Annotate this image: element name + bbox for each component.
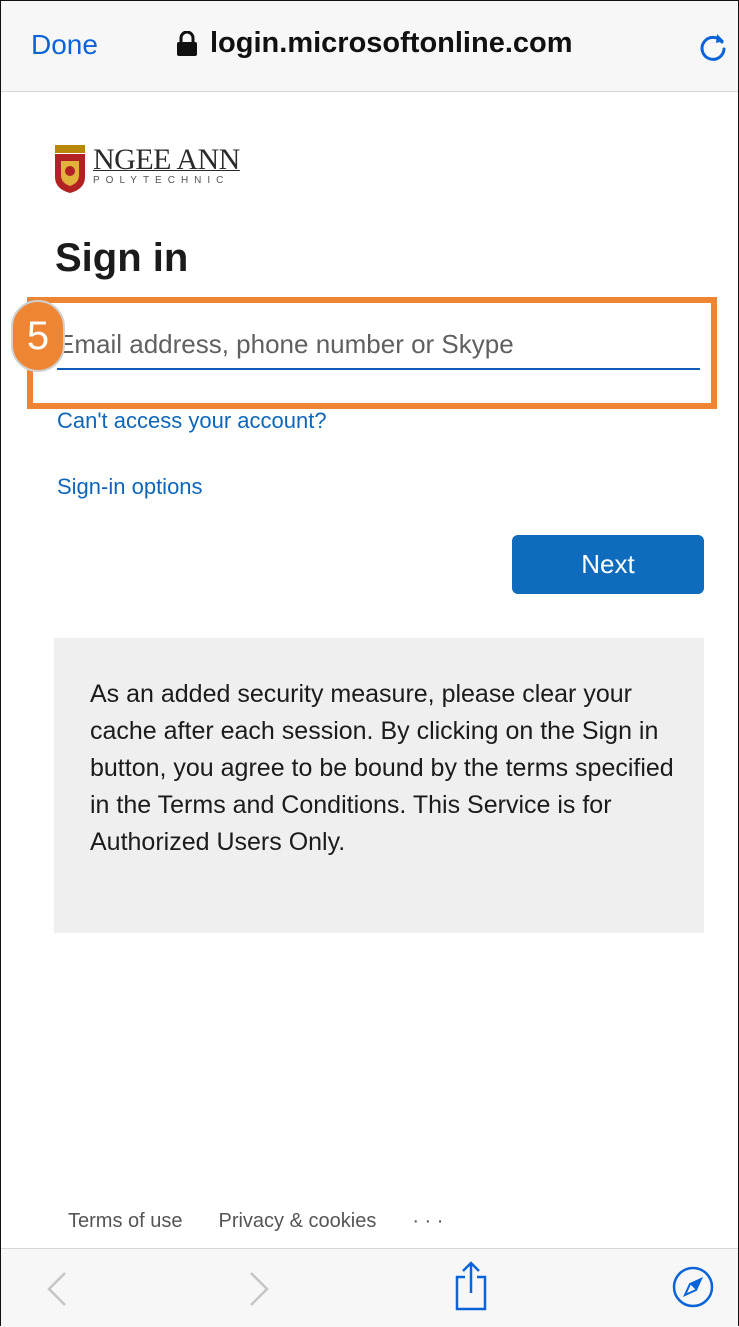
share-icon[interactable]: [453, 1259, 489, 1313]
logo-subtitle: POLYTECHNIC: [93, 175, 230, 186]
address-bar[interactable]: login.microsoftonline.com: [176, 27, 573, 60]
browser-bottom-toolbar: [1, 1248, 738, 1327]
footer-links: Terms of use Privacy & cookies · · ·: [68, 1210, 443, 1233]
page-title: Sign in: [55, 236, 189, 280]
step-number-badge: 5: [11, 300, 65, 372]
next-button[interactable]: Next: [512, 535, 704, 594]
crest-icon: [55, 145, 85, 193]
compass-icon[interactable]: [671, 1265, 715, 1309]
sign-in-options-link[interactable]: Sign-in options: [57, 474, 203, 500]
terms-of-use-link[interactable]: Terms of use: [68, 1210, 182, 1233]
security-notice-box: As an added security measure, please cle…: [54, 638, 704, 933]
cant-access-account-link[interactable]: Can't access your account?: [57, 411, 327, 434]
url-text: login.microsoftonline.com: [210, 27, 573, 59]
logo-name: NGEE ANN: [93, 143, 240, 176]
browser-top-bar: Done login.microsoftonline.com: [1, 1, 738, 92]
email-field-container: [57, 320, 700, 370]
security-notice-text: As an added security measure, please cle…: [90, 680, 674, 856]
done-button[interactable]: Done: [31, 29, 98, 61]
reload-icon[interactable]: [695, 29, 731, 65]
email-field[interactable]: [57, 320, 700, 370]
privacy-cookies-link[interactable]: Privacy & cookies: [218, 1210, 376, 1233]
ngee-ann-logo: NGEE ANN POLYTECHNIC: [55, 145, 240, 193]
back-icon[interactable]: [45, 1271, 69, 1307]
more-options-button[interactable]: · · ·: [412, 1210, 443, 1233]
lock-icon: [177, 30, 197, 56]
forward-icon[interactable]: [247, 1271, 271, 1307]
